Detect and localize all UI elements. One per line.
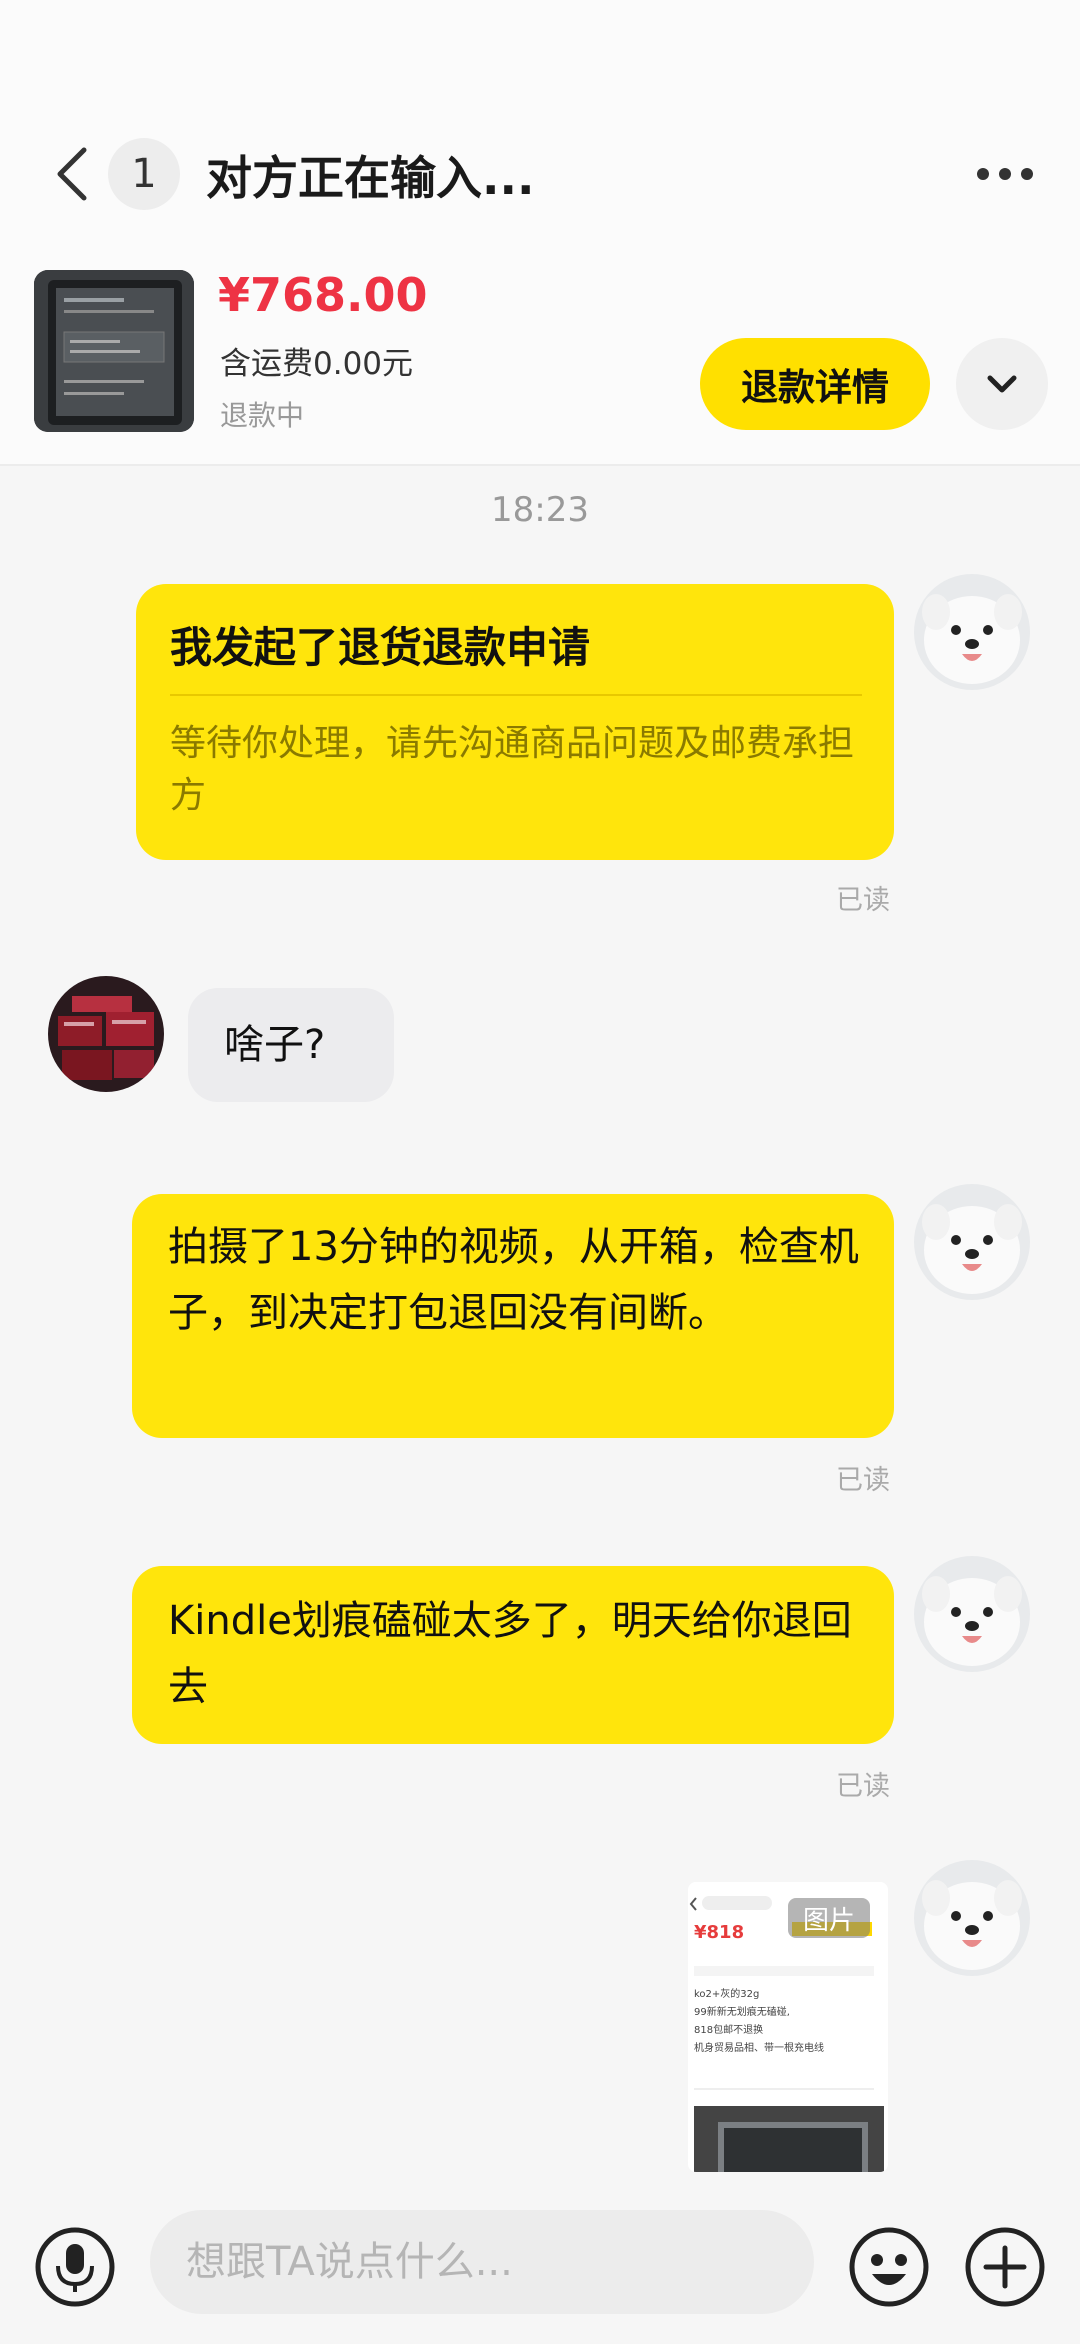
chat-title: 对方正在输入... (206, 151, 535, 205)
product-thumbnail[interactable] (34, 270, 194, 432)
read-receipt: 已读 (836, 1465, 890, 1496)
unread-count-badge[interactable]: 1 (108, 138, 180, 210)
image-preview-line: ko2+灰的32g (694, 1989, 760, 2000)
message-bubble-outgoing[interactable]: 拍摄了13分钟的视频，从开箱，检查机子，到决定打包退回没有间断。 (132, 1194, 894, 1438)
image-preview-text: ko2+灰的32g 99新新无划痕无磕碰, 818包邮不退换 机身贸易品相、带一… (694, 1986, 884, 2058)
divider (0, 464, 1080, 466)
chat-header: 1 对方正在输入... (0, 118, 1080, 228)
refund-card-subtitle: 等待你处理，请先沟通商品问题及邮费承担方 (170, 723, 855, 816)
chevron-down-icon[interactable] (956, 338, 1048, 430)
emoji-icon[interactable] (848, 2226, 930, 2308)
image-preview-line: 机身贸易品相、带一根充电线 (694, 2043, 824, 2054)
input-bar (0, 2180, 1080, 2344)
image-preview-line: 99新新无划痕无磕碰, (694, 2007, 790, 2018)
refund-card-title: 我发起了退货退款申请 (170, 623, 591, 672)
self-avatar[interactable] (914, 1184, 1030, 1300)
refund-request-card[interactable]: 我发起了退货退款申请 等待你处理，请先沟通商品问题及邮费承担方 (136, 584, 894, 860)
refund-card-divider (170, 694, 862, 696)
refund-details-button[interactable]: 退款详情 (700, 338, 930, 430)
image-tag: 图片 (788, 1898, 870, 1938)
self-avatar[interactable] (914, 1860, 1030, 1976)
self-avatar[interactable] (914, 1556, 1030, 1672)
message-bubble-outgoing[interactable]: Kindle划痕磕碰太多了，明天给你退回去 (132, 1566, 894, 1744)
order-status: 退款中 (220, 399, 305, 432)
message-text: Kindle划痕磕碰太多了，明天给你退回去 (168, 1598, 852, 1710)
microphone-icon[interactable] (34, 2226, 116, 2308)
plus-icon[interactable] (964, 2226, 1046, 2308)
image-preview-price: ¥818 (694, 1922, 745, 1943)
chevron-left-icon[interactable] (44, 144, 100, 204)
more-horizontal-icon[interactable] (970, 144, 1040, 204)
message-bubble-incoming[interactable]: 啥子? (188, 988, 394, 1102)
message-input[interactable] (150, 2210, 814, 2314)
message-text: 拍摄了13分钟的视频，从开箱，检查机子，到决定打包退回没有间断。 (168, 1224, 859, 1336)
self-avatar[interactable] (914, 574, 1030, 690)
shipping-fee: 含运费0.00元 (220, 346, 414, 382)
read-receipt: 已读 (836, 1771, 890, 1802)
product-card[interactable]: ¥768.00 含运费0.00元 退款中 退款详情 (0, 262, 1080, 462)
chat-timestamp: 18:23 (491, 490, 589, 530)
image-preview-line: 818包邮不退换 (694, 2025, 764, 2036)
message-text: 啥子? (224, 1022, 326, 1068)
image-message[interactable]: ¥818 ko2+灰的32g 99新新无划痕无磕碰, 818包邮不退换 机身贸易… (688, 1882, 888, 2172)
product-price: ¥768.00 (218, 268, 428, 322)
read-receipt: 已读 (836, 885, 890, 916)
other-avatar[interactable] (48, 976, 164, 1092)
